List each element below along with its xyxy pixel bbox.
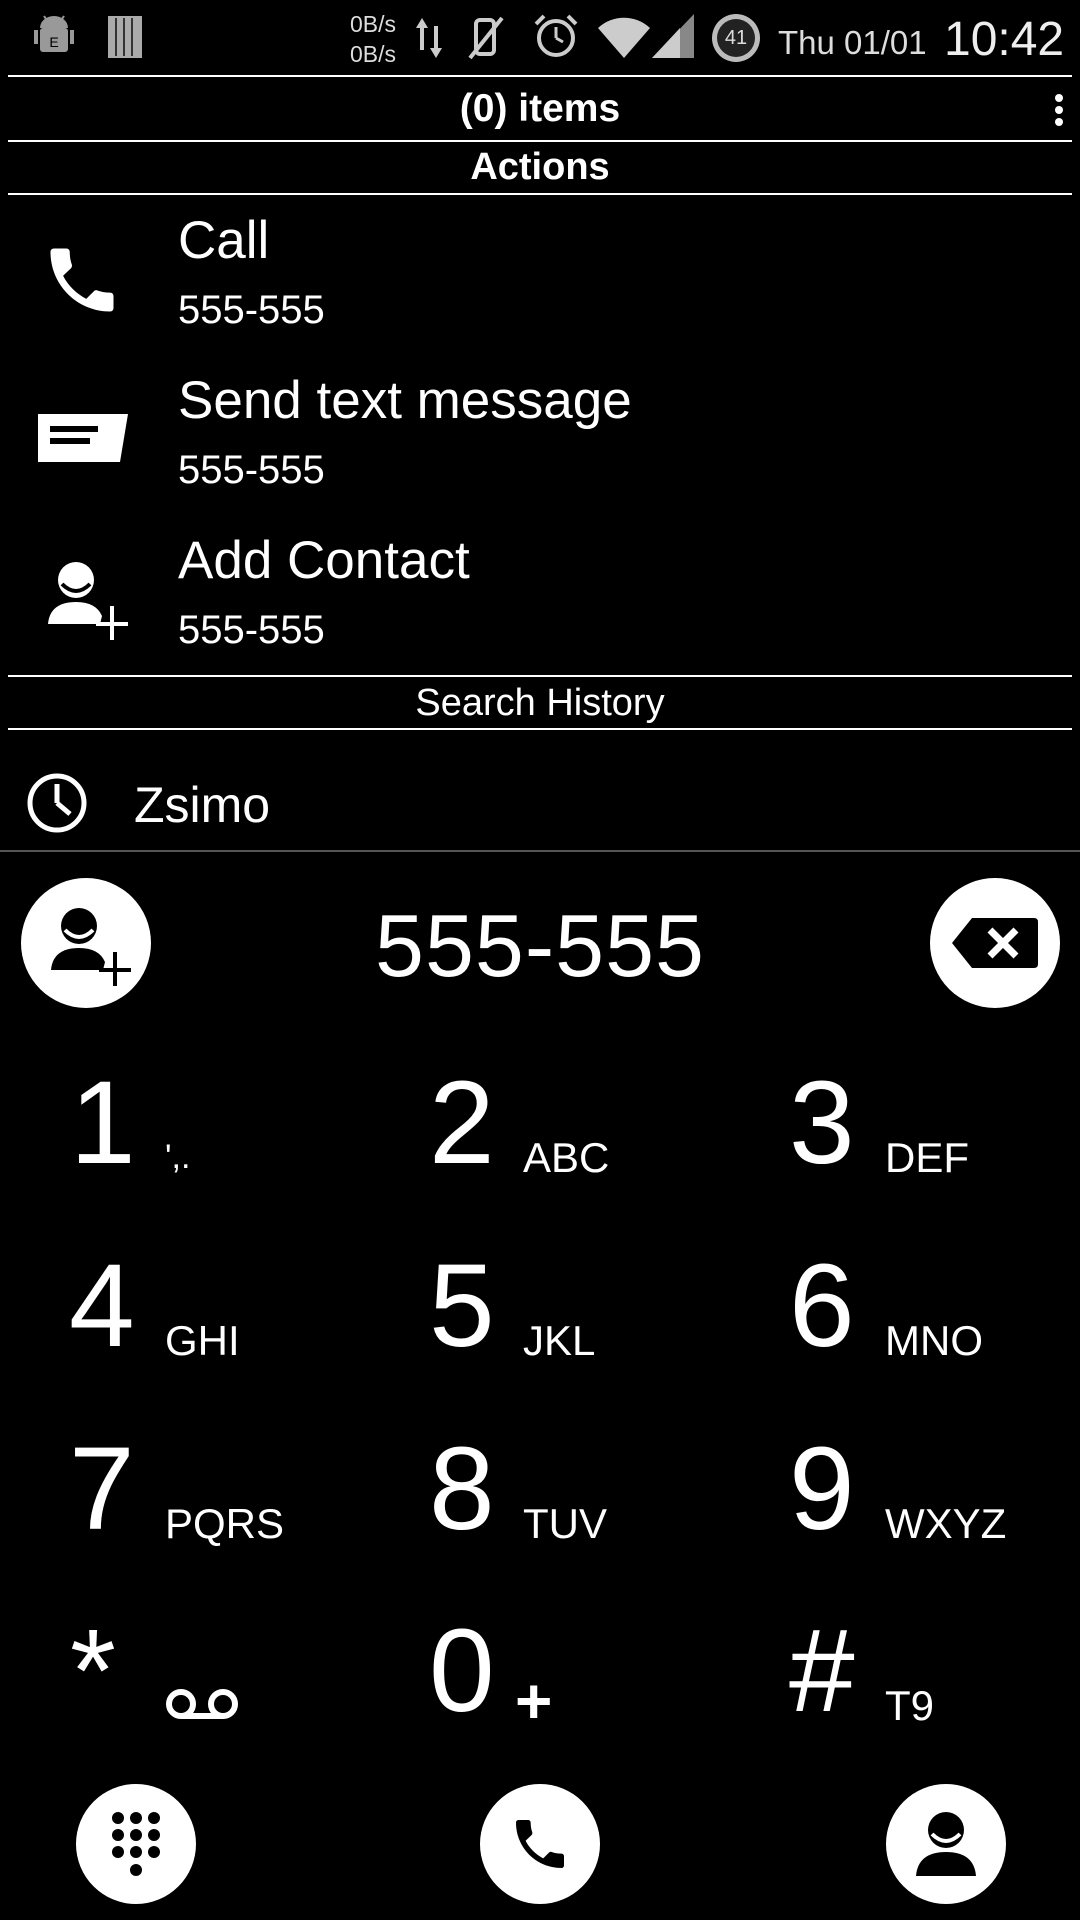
key-digit: #: [789, 1605, 855, 1737]
backspace-icon: [952, 918, 1038, 968]
action-label: Send text message: [178, 371, 632, 430]
divider: [8, 75, 1072, 77]
key-digit: 4: [69, 1240, 135, 1372]
key-letters: ',.: [165, 1138, 191, 1176]
wifi-icon: [598, 17, 650, 58]
key-digit: 1: [70, 1057, 136, 1189]
net-speed-down: 0B/s: [350, 41, 397, 67]
key-letters: DEF: [885, 1134, 969, 1181]
action-call[interactable]: Call 555-555: [0, 200, 1080, 360]
key-letters: PQRS: [165, 1500, 285, 1547]
key-5[interactable]: 5 JKL: [425, 1247, 755, 1427]
key-letters: TUV: [523, 1500, 607, 1547]
divider: [8, 193, 1072, 195]
action-add-contact[interactable]: Add Contact 555-555: [0, 520, 1080, 680]
key-digit: 9: [789, 1423, 855, 1555]
add-contact-icon: [48, 562, 128, 640]
key-4[interactable]: 4 GHI: [65, 1247, 395, 1427]
voicemail-icon: [166, 1689, 238, 1719]
actions-heading: Actions: [470, 146, 610, 188]
key-9[interactable]: 9 WXYZ: [785, 1430, 1080, 1610]
history-item-label: Zsimo: [134, 777, 271, 833]
divider: [0, 850, 1080, 852]
key-6[interactable]: 6 MNO: [785, 1247, 1080, 1427]
contacts-icon: [916, 1812, 976, 1876]
phone-icon: [50, 248, 114, 312]
key-letters: +: [515, 1665, 553, 1737]
key-digit: 7: [69, 1423, 135, 1555]
key-2[interactable]: 2 ABC: [425, 1064, 755, 1244]
battery-level: 41: [717, 19, 755, 57]
page-title: (0) items: [459, 87, 621, 130]
divider: [8, 140, 1072, 142]
key-letters: ABC: [523, 1134, 610, 1181]
action-number: 555-555: [178, 608, 325, 652]
alarm-icon: [534, 14, 578, 57]
action-label: Call: [178, 211, 270, 270]
clock-icon: [27, 773, 87, 833]
dialpad-icon: [112, 1812, 160, 1876]
action-label: Add Contact: [178, 531, 470, 590]
key-1[interactable]: 1 ',.: [55, 1064, 385, 1244]
key-letters: T9: [885, 1682, 935, 1729]
data-arrows-icon: [416, 18, 442, 58]
key-letters: MNO: [885, 1317, 983, 1364]
number-input[interactable]: 555-555: [200, 895, 880, 997]
search-history-heading: Search History: [415, 682, 665, 724]
call-button[interactable]: [480, 1784, 600, 1904]
key-3[interactable]: 3 DEF: [785, 1064, 1080, 1244]
action-number: 555-555: [178, 288, 325, 332]
mute-icon: [468, 16, 504, 60]
add-contact-icon: [51, 908, 131, 986]
key-digit: 8: [429, 1423, 495, 1555]
key-star[interactable]: *: [70, 1612, 400, 1792]
backspace-button[interactable]: [930, 878, 1060, 1008]
action-send-text[interactable]: Send text message 555-555: [0, 360, 1080, 520]
net-speed-up: 0B/s: [350, 11, 397, 37]
svg-text:E: E: [49, 34, 58, 50]
status-bar: E 0B/s 0B/s 41 Thu 01/01 10:42: [0, 0, 1080, 76]
key-hash[interactable]: # T9: [785, 1612, 1080, 1792]
divider: [8, 675, 1072, 677]
battery-icon: 41: [712, 14, 760, 62]
key-letters: GHI: [165, 1317, 240, 1364]
overflow-menu-icon[interactable]: [1052, 92, 1066, 128]
key-8[interactable]: 8 TUV: [425, 1430, 755, 1610]
key-digit: 0: [429, 1605, 495, 1737]
key-digit: 5: [429, 1240, 495, 1372]
key-letters: WXYZ: [885, 1500, 1007, 1547]
key-digit: 3: [789, 1057, 855, 1189]
status-date: Thu 01/01: [778, 24, 927, 61]
call-icon: [516, 1820, 564, 1868]
status-time: 10:42: [944, 13, 1065, 66]
key-digit: 6: [789, 1240, 855, 1372]
dialpad-button[interactable]: [76, 1784, 196, 1904]
key-0[interactable]: 0 +: [425, 1612, 755, 1792]
action-number: 555-555: [178, 448, 325, 492]
contacts-button[interactable]: [886, 1784, 1006, 1904]
key-7[interactable]: 7 PQRS: [65, 1430, 395, 1610]
key-digit: *: [70, 1605, 116, 1737]
add-contact-button[interactable]: [21, 878, 151, 1008]
android-debug-icon: E: [34, 15, 74, 52]
message-icon: [38, 414, 128, 462]
divider: [8, 728, 1072, 730]
signal-icon: [652, 14, 694, 58]
key-digit: 2: [429, 1057, 495, 1189]
sim-card-icon: [108, 16, 142, 58]
key-letters: JKL: [523, 1317, 596, 1364]
